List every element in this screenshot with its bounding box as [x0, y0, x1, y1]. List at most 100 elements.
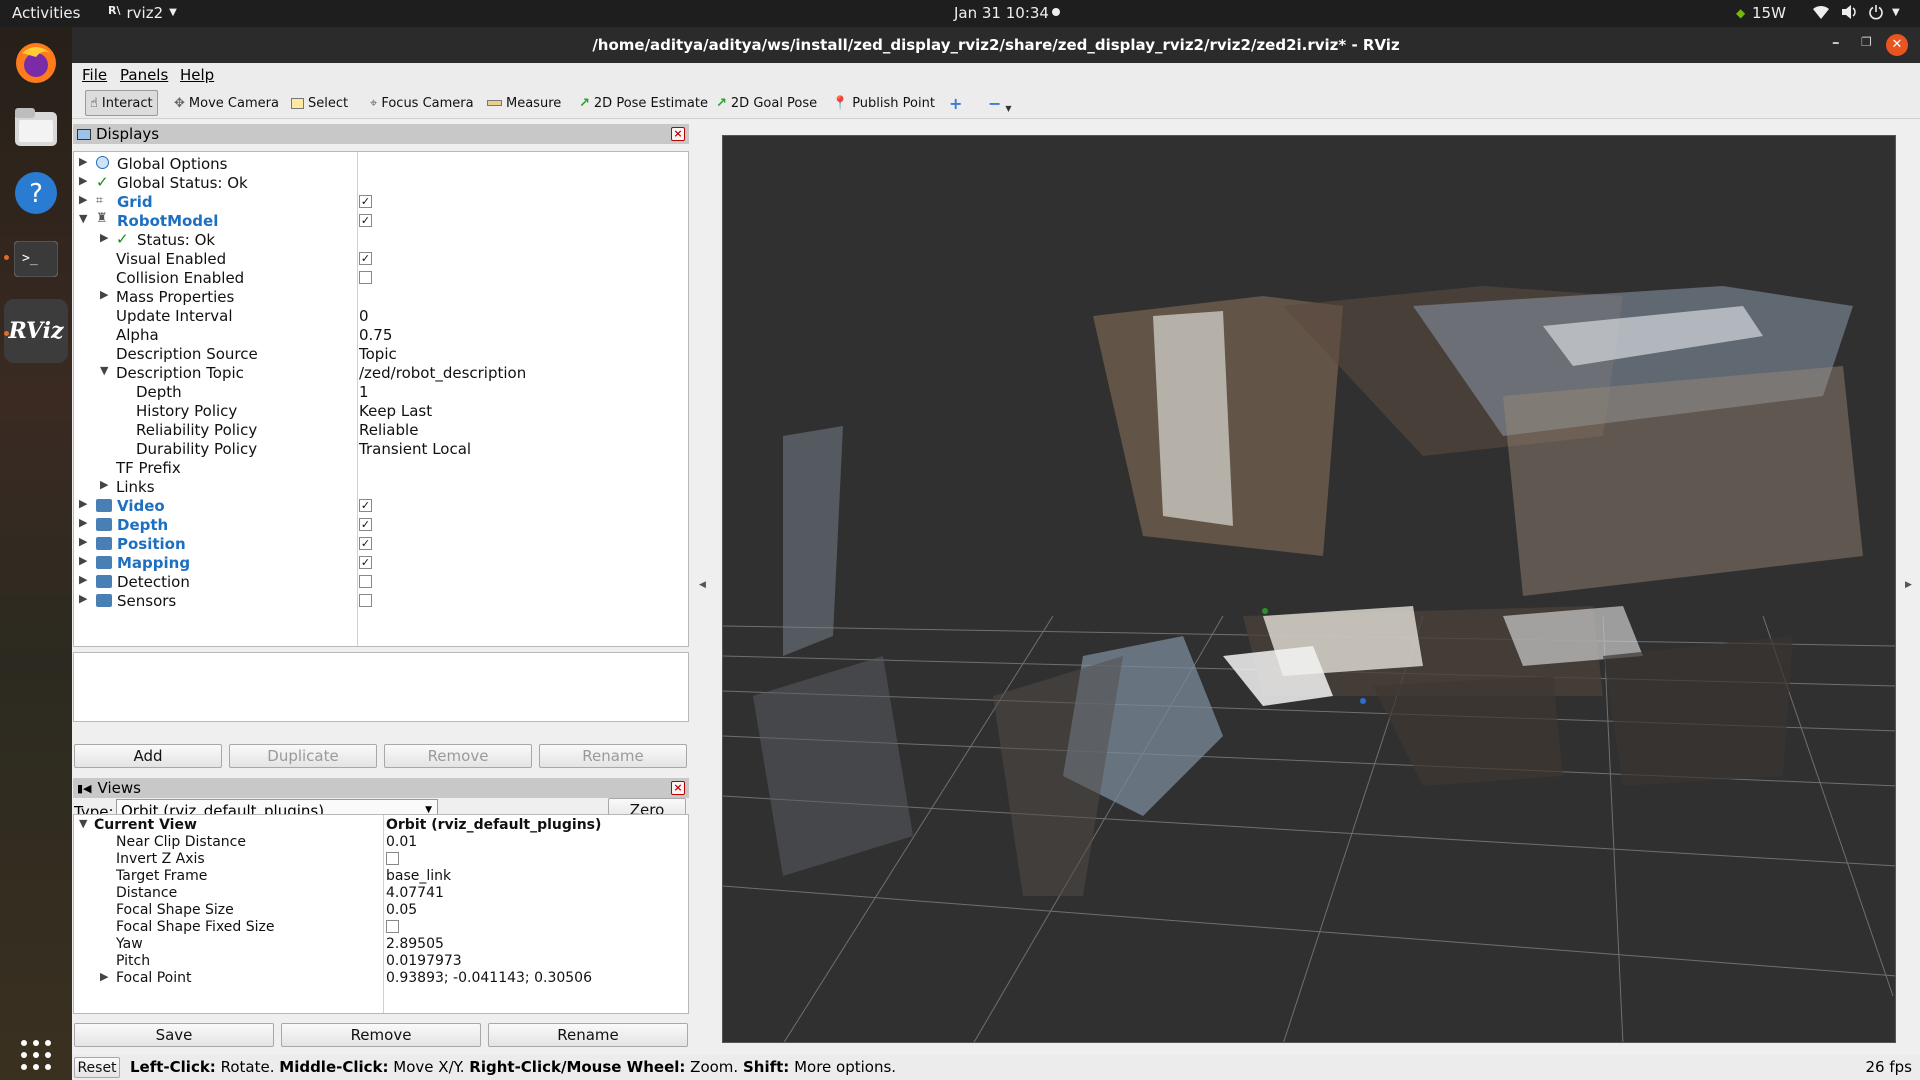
close-icon[interactable]: ✕	[1886, 34, 1908, 56]
collapse-arrow-icon[interactable]: ▼	[100, 364, 108, 377]
views-close-icon[interactable]: ×	[671, 781, 685, 795]
focal-shape-fixed-checkbox[interactable]	[386, 920, 399, 933]
view-row-target-frame[interactable]: Target Frame base_link	[74, 867, 688, 884]
tool-publish-point[interactable]: 📍 Publish Point	[828, 90, 939, 116]
remove-view-button[interactable]: Remove	[281, 1023, 481, 1047]
reset-button[interactable]: Reset	[74, 1057, 120, 1078]
expand-arrow-icon[interactable]: ▶	[79, 573, 87, 586]
tree-row-sensors[interactable]: ▶ Sensors	[74, 591, 688, 610]
tree-row-mapping[interactable]: ▶ Mapping ✓	[74, 553, 688, 572]
firefox-icon[interactable]	[8, 35, 64, 91]
menu-file[interactable]: File	[82, 66, 107, 84]
rename-view-button[interactable]: Rename	[488, 1023, 688, 1047]
mapping-checkbox[interactable]: ✓	[359, 556, 372, 569]
tree-row-global-status[interactable]: ▶ ✓ Global Status: Ok	[74, 173, 688, 192]
expand-arrow-icon[interactable]: ▶	[79, 193, 87, 206]
collision-enabled-checkbox[interactable]	[359, 271, 372, 284]
tool-2d-pose-estimate[interactable]: ↗ 2D Pose Estimate	[575, 90, 712, 116]
minimize-icon[interactable]: –	[1832, 33, 1840, 51]
tree-row-detection[interactable]: ▶ Detection	[74, 572, 688, 591]
tree-row-mass-properties[interactable]: ▶ Mass Properties	[74, 287, 688, 306]
tree-row-robot-model[interactable]: ▼ ♜ RobotModel ✓	[74, 211, 688, 230]
tree-row-reliability-policy[interactable]: Reliability Policy Reliable	[74, 420, 688, 439]
depth-checkbox[interactable]: ✓	[359, 518, 372, 531]
collapse-left-panel-icon[interactable]: ◀	[699, 580, 706, 590]
focal-point-value[interactable]: 0.93893; -0.041143; 0.30506	[386, 970, 592, 986]
add-tool-plus-icon[interactable]: +	[945, 90, 966, 116]
tree-row-grid[interactable]: ▶ ⌗ Grid ✓	[74, 192, 688, 211]
detection-checkbox[interactable]	[359, 575, 372, 588]
3d-render-viewport[interactable]	[722, 135, 1896, 1043]
volume-icon[interactable]	[1840, 4, 1858, 24]
expand-arrow-icon[interactable]: ▶	[100, 478, 108, 491]
tree-row-status[interactable]: ▶ ✓ Status: Ok	[74, 230, 688, 249]
expand-arrow-icon[interactable]: ▶	[79, 554, 87, 567]
app-menu[interactable]: R\ rviz2 ▼	[108, 4, 177, 22]
tool-focus-camera[interactable]: ⌖ Focus Camera	[366, 90, 478, 116]
view-row-current-view[interactable]: ▼ Current View Orbit (rviz_default_plugi…	[74, 816, 688, 833]
maximize-icon[interactable]: ❐	[1861, 35, 1872, 49]
tree-row-video[interactable]: ▶ Video ✓	[74, 496, 688, 515]
menu-help[interactable]: Help	[180, 66, 214, 84]
distance-value[interactable]: 4.07741	[386, 885, 444, 901]
alpha-value[interactable]: 0.75	[359, 326, 392, 344]
files-icon[interactable]	[8, 99, 64, 155]
position-checkbox[interactable]: ✓	[359, 537, 372, 550]
expand-arrow-icon[interactable]: ▶	[100, 288, 108, 301]
expand-arrow-icon[interactable]: ▶	[79, 174, 87, 187]
expand-arrow-icon[interactable]: ▶	[79, 516, 87, 529]
focal-shape-size-value[interactable]: 0.05	[386, 902, 417, 918]
sensors-checkbox[interactable]	[359, 594, 372, 607]
yaw-value[interactable]: 2.89505	[386, 936, 444, 952]
help-icon[interactable]: ?	[8, 165, 64, 221]
terminal-icon[interactable]: >_	[8, 231, 64, 287]
add-display-button[interactable]: Add	[74, 744, 222, 768]
view-row-yaw[interactable]: Yaw 2.89505	[74, 935, 688, 952]
description-topic-value[interactable]: /zed/robot_description	[359, 364, 526, 382]
grid-checkbox[interactable]: ✓	[359, 195, 372, 208]
power-icon[interactable]	[1868, 4, 1884, 24]
collapse-right-panel-icon[interactable]: ▶	[1905, 580, 1912, 590]
tree-row-visual-enabled[interactable]: Visual Enabled ✓	[74, 249, 688, 268]
expand-arrow-icon[interactable]: ▶	[79, 497, 87, 510]
robot-model-checkbox[interactable]: ✓	[359, 214, 372, 227]
tree-row-description-source[interactable]: Description Source Topic	[74, 344, 688, 363]
near-clip-value[interactable]: 0.01	[386, 834, 417, 850]
update-interval-value[interactable]: 0	[359, 307, 369, 325]
system-menu-chevron-icon[interactable]: ▼	[1892, 7, 1900, 18]
tool-interact[interactable]: ☝ Interact	[85, 90, 158, 116]
expand-arrow-icon[interactable]: ▶	[79, 155, 87, 168]
view-row-near-clip[interactable]: Near Clip Distance 0.01	[74, 833, 688, 850]
depth-prop-value[interactable]: 1	[359, 383, 369, 401]
collapse-arrow-icon[interactable]: ▼	[79, 212, 87, 225]
view-row-distance[interactable]: Distance 4.07741	[74, 884, 688, 901]
tree-row-update-interval[interactable]: Update Interval 0	[74, 306, 688, 325]
video-checkbox[interactable]: ✓	[359, 499, 372, 512]
target-frame-value[interactable]: base_link	[386, 868, 451, 884]
description-source-value[interactable]: Topic	[359, 345, 397, 363]
wifi-icon[interactable]	[1812, 4, 1830, 24]
expand-arrow-icon[interactable]: ▶	[100, 231, 108, 244]
view-row-focal-shape-fixed[interactable]: Focal Shape Fixed Size	[74, 918, 688, 935]
activities-button[interactable]: Activities	[12, 4, 80, 22]
view-row-invert-z[interactable]: Invert Z Axis	[74, 850, 688, 867]
rename-display-button[interactable]: Rename	[539, 744, 687, 768]
tree-row-position[interactable]: ▶ Position ✓	[74, 534, 688, 553]
view-row-pitch[interactable]: Pitch 0.0197973	[74, 952, 688, 969]
pitch-value[interactable]: 0.0197973	[386, 953, 462, 969]
view-row-focal-point[interactable]: ▶ Focal Point 0.93893; -0.041143; 0.3050…	[74, 969, 688, 986]
tree-row-global-options[interactable]: ▶ Global Options	[74, 154, 688, 173]
tree-row-alpha[interactable]: Alpha 0.75	[74, 325, 688, 344]
window-titlebar[interactable]: /home/aditya/aditya/ws/install/zed_displ…	[72, 27, 1920, 63]
tree-row-depth-prop[interactable]: Depth 1	[74, 382, 688, 401]
displays-close-icon[interactable]: ×	[671, 127, 685, 141]
tree-row-collision-enabled[interactable]: Collision Enabled	[74, 268, 688, 287]
visual-enabled-checkbox[interactable]: ✓	[359, 252, 372, 265]
history-policy-value[interactable]: Keep Last	[359, 402, 432, 420]
tree-row-depth[interactable]: ▶ Depth ✓	[74, 515, 688, 534]
duplicate-display-button[interactable]: Duplicate	[229, 744, 377, 768]
save-view-button[interactable]: Save	[74, 1023, 274, 1047]
remove-tool-minus-icon[interactable]: − ▼	[984, 90, 1016, 116]
view-row-focal-shape-size[interactable]: Focal Shape Size 0.05	[74, 901, 688, 918]
durability-policy-value[interactable]: Transient Local	[359, 440, 471, 458]
